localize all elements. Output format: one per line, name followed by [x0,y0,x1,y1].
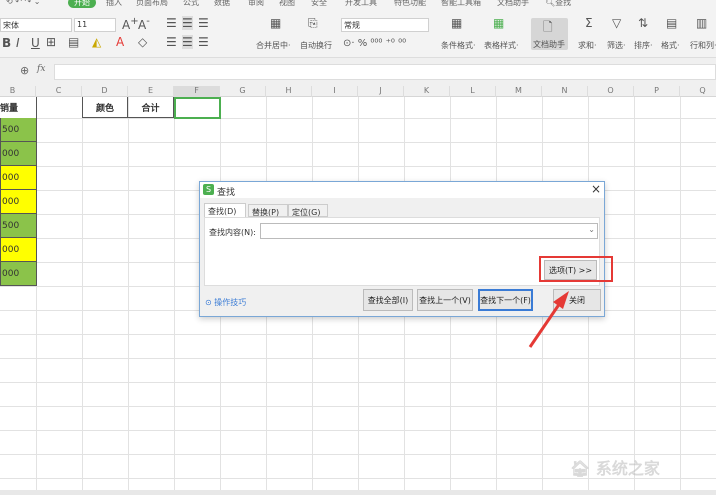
horizontal-scrollbar[interactable] [0,490,716,495]
red-arrow [528,291,569,348]
watermark-logo: 🏠︎ 系统之家 [570,459,660,478]
